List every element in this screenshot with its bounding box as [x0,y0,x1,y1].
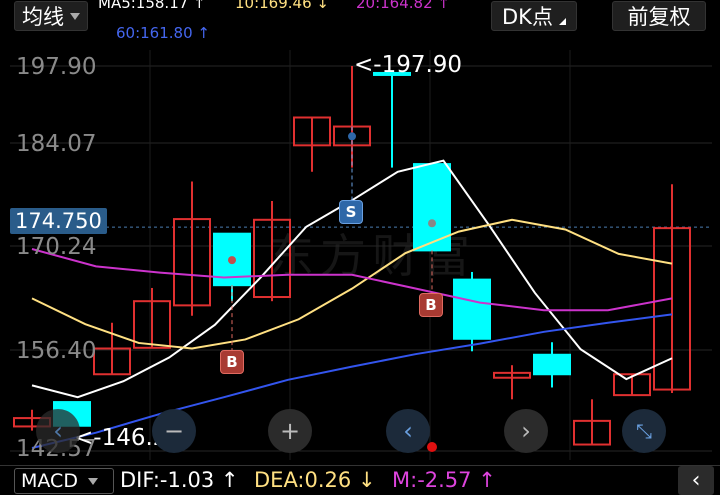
signal-dot [348,132,356,141]
dif-value: DIF:-1.03 ↑ [120,468,239,492]
notification-dot [427,442,437,452]
chevron-right-icon: › [521,417,531,445]
zoom-out-button[interactable]: − [152,409,196,453]
minus-icon: − [163,417,185,445]
scroll-left-button[interactable]: ‹ [36,409,80,453]
dea-value: DEA:0.26 ↓ [254,468,376,492]
price-axis-label: 156.40 [16,338,97,364]
buy-signal-marker[interactable]: B [419,293,443,317]
candle-body [533,353,571,376]
signal-dot [428,219,436,228]
signal-dot [228,256,236,265]
next-candle-button[interactable]: › [504,409,548,453]
ma-line-ma5 [31,159,673,399]
ma-line-ma20 [31,248,673,312]
chevron-left-icon: ‹ [403,417,413,445]
sell-signal-marker[interactable]: S [339,200,363,224]
current-price-tag: 174.750 [10,208,107,234]
previous-candle-button[interactable]: ‹ [386,409,430,453]
buy-signal-marker[interactable]: B [220,350,244,374]
indicator-selector[interactable]: MACD [14,468,114,494]
chart-annotations [228,126,436,350]
chevron-down-icon [87,477,98,485]
candle-body [453,278,491,340]
chart-grid [10,50,712,460]
chevron-left-icon: ‹ [53,417,63,445]
plus-icon: + [279,417,301,445]
high-price-label: <-197.90 [354,52,463,78]
expand-icon: ⤡ [636,419,652,443]
fullscreen-button[interactable]: ⤡ [622,409,666,453]
candles [13,66,691,446]
price-axis-label: 184.07 [16,131,97,157]
ma-line-ma10 [31,218,673,350]
chevron-left-icon: ‹ [691,468,701,493]
indicator-selector-label: MACD [21,470,78,492]
collapse-panel-button[interactable]: ‹ [678,466,714,495]
zoom-in-button[interactable]: + [268,409,312,453]
macd-header: MACD DIF:-1.03 ↑ DEA:0.26 ↓ M:-2.57 ↑ ‹ [0,465,720,495]
price-axis-label: 170.24 [16,234,97,260]
m-value: M:-2.57 ↑ [392,468,496,492]
price-axis-label: 197.90 [16,54,97,80]
